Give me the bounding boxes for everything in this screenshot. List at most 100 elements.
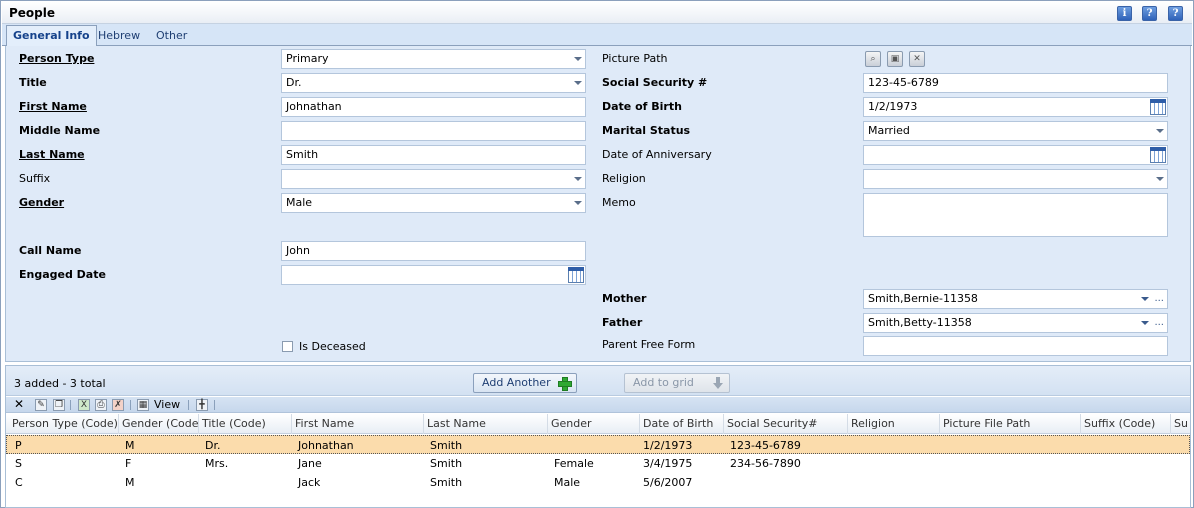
delete-icon[interactable]: ✕ [14,397,24,411]
table-row[interactable]: P M Dr. Johnathan Smith 1/2/1973 123-45-… [6,435,1190,454]
table-row[interactable]: S F Mrs. Jane Smith Female 3/4/1975 234-… [6,454,1190,473]
chevron-down-icon[interactable] [574,201,582,205]
help-icon[interactable]: ? [1142,6,1157,21]
mother-select[interactable]: Smith,Bernie-11358 ... [863,289,1168,309]
column-header[interactable]: Person Type (Code) [9,414,119,434]
mother-value: Smith,Bernie-11358 [868,292,978,305]
call-name-label: Call Name [19,244,82,257]
tab-other[interactable]: Other [150,26,193,46]
title-select[interactable]: Dr. [281,73,586,93]
picture-path-label: Picture Path [602,52,668,65]
excel-export-icon[interactable]: X [78,399,90,411]
memo-textarea[interactable] [863,193,1168,237]
remove-filter-icon[interactable]: ✗ [112,399,124,411]
column-header[interactable]: Gender (Code) [119,414,199,434]
cell-gender: Female [554,457,594,470]
chevron-down-icon[interactable] [1141,321,1149,325]
mother-lookup-button[interactable]: ... [1154,290,1164,308]
last-name-label: Last Name [19,148,85,161]
camera-icon[interactable]: ▣ [887,51,903,67]
father-select[interactable]: Smith,Betty-11358 ... [863,313,1168,333]
suffix-label: Suffix [19,172,51,185]
toolbar-separator [188,400,189,410]
gender-label: Gender [19,196,65,209]
add-another-button[interactable]: Add Another [473,373,577,393]
toolbar-separator [214,400,215,410]
cell-gender-code: M [125,476,135,489]
column-header[interactable]: Title (Code) [199,414,292,434]
tab-strip: General Info Hebrew Other [2,24,1192,47]
cell-title [202,473,205,492]
father-lookup-button[interactable]: ... [1154,314,1164,332]
browse-picture-icon[interactable]: ⌕ [865,51,881,67]
chevron-down-icon[interactable] [1156,177,1164,181]
middle-name-input[interactable] [281,121,586,141]
marital-status-select[interactable]: Married [863,121,1168,141]
calendar-icon[interactable] [568,267,584,283]
middle-name-label: Middle Name [19,124,101,137]
calendar-icon[interactable] [1150,147,1166,163]
dob-input[interactable]: 1/2/1973 [863,97,1168,117]
column-header[interactable]: Gender [548,414,640,434]
view-menu-button[interactable]: View [154,398,180,411]
add-to-grid-button[interactable]: Add to grid [624,373,730,393]
cell-dob: 3/4/1975 [643,457,693,470]
add-another-label: Add Another [482,376,551,389]
engaged-date-input[interactable] [281,265,586,285]
column-header[interactable]: First Name [292,414,424,434]
first-name-input[interactable]: Johnathan [281,97,586,117]
cell-title: Mrs. [205,457,229,470]
column-header[interactable]: Religion [848,414,940,434]
calendar-icon[interactable] [1150,99,1166,115]
is-deceased-checkbox[interactable] [282,341,293,352]
copy-icon[interactable]: ❐ [53,399,65,411]
arrow-down-icon [713,377,723,389]
is-deceased-label: Is Deceased [299,340,366,353]
dob-label: Date of Birth [602,100,682,113]
edit-icon[interactable]: ✎ [35,399,47,411]
father-label: Father [602,316,643,329]
chevron-down-icon[interactable] [574,177,582,181]
title-bar: People i ? ? [2,2,1192,24]
suffix-select[interactable] [281,169,586,189]
table-row[interactable]: C M Jack Smith Male 5/6/2007 [6,473,1190,492]
chevron-down-icon[interactable] [574,81,582,85]
column-header[interactable]: Last Name [424,414,548,434]
add-icon [558,377,572,391]
remove-picture-icon[interactable]: ✕ [909,51,925,67]
tab-general-info[interactable]: General Info [6,25,97,47]
religion-select[interactable] [863,169,1168,189]
cell-first-name: Jane [298,457,322,470]
person-type-select[interactable]: Primary [281,49,586,69]
info-icon[interactable]: i [1117,6,1132,21]
last-name-input[interactable]: Smith [281,145,586,165]
anniversary-label: Date of Anniversary [602,148,712,161]
cell-person-type: S [15,457,22,470]
tab-hebrew[interactable]: Hebrew [92,26,146,46]
chevron-down-icon[interactable] [1156,129,1164,133]
anniversary-input[interactable] [863,145,1168,165]
cell-ssn: 123-45-6789 [730,439,801,452]
view-icon[interactable]: ▦ [137,399,149,411]
question-icon[interactable]: ? [1168,6,1183,21]
column-header[interactable]: Social Security# [724,414,848,434]
print-icon[interactable]: ⎙ [95,399,107,411]
call-name-value: John [286,244,310,257]
column-header[interactable]: Suffix (Code) [1081,414,1171,434]
column-header[interactable]: Date of Birth [640,414,724,434]
cell-dob: 5/6/2007 [643,476,693,489]
column-header[interactable]: Su [1171,414,1190,434]
parent-free-form-input[interactable] [863,336,1168,356]
cell-last-name: Smith [430,439,463,452]
cell-title: Dr. [205,439,221,452]
chevron-down-icon[interactable] [574,57,582,61]
gender-select[interactable]: Male [281,193,586,213]
call-name-input[interactable]: John [281,241,586,261]
first-name-label: First Name [19,100,87,113]
ssn-input[interactable]: 123-45-6789 [863,73,1168,93]
people-grid-panel: 3 added - 3 total Add Another Add to gri… [5,365,1191,508]
column-header[interactable]: Picture File Path [940,414,1081,434]
grid-summary: 3 added - 3 total [14,377,106,390]
chevron-down-icon[interactable] [1141,297,1149,301]
column-chooser-icon[interactable]: ╋ [196,399,208,411]
